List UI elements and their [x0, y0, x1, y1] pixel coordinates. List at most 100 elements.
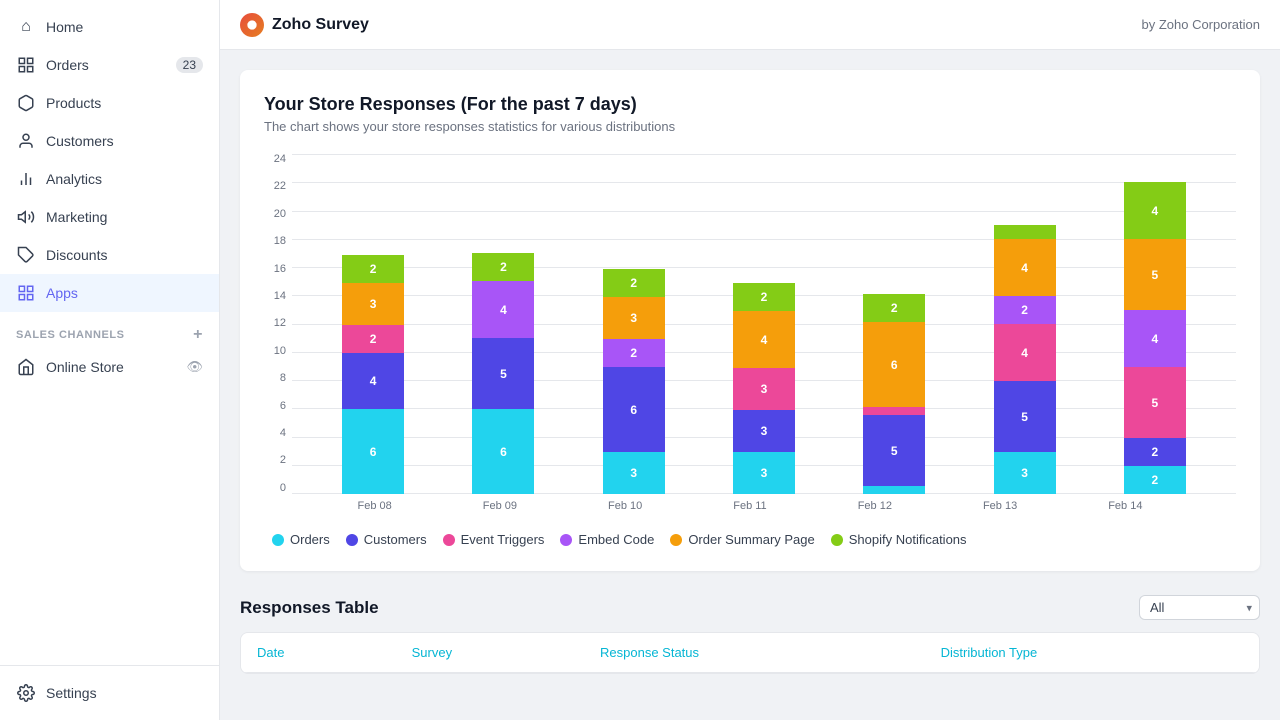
y-label-24: 24 [274, 154, 286, 165]
legend-dot-embed-code [560, 534, 572, 546]
bar-segment-embed: 4 [1124, 310, 1186, 367]
bar-segment-customers: 5 [472, 338, 534, 409]
bar-segment-orders: 3 [603, 452, 665, 494]
bar-segment-order-summary: 3 [603, 297, 665, 339]
bar-stack[interactable]: 6 4 2 3 2 [342, 255, 404, 494]
sidebar-item-label: Settings [46, 685, 97, 701]
bar-stack[interactable]: 2 2 5 4 5 4 [1124, 182, 1186, 494]
bar-group-feb12: 5 6 2 [863, 294, 925, 494]
bar-segment-shopify: 2 [733, 283, 795, 311]
sidebar: Home Orders 23 Products Customers Anal [0, 0, 220, 720]
legend-shopify: Shopify Notifications [831, 532, 967, 547]
sidebar-item-home[interactable]: Home [0, 8, 219, 46]
sidebar-item-label: Apps [46, 285, 78, 301]
bar-group-feb11: 3 3 3 4 2 [733, 283, 795, 494]
bar-group-feb13: 3 5 4 2 4 [994, 225, 1056, 494]
legend-label-event-triggers: Event Triggers [461, 532, 545, 547]
bar-stack[interactable]: 3 5 4 2 4 [994, 225, 1056, 494]
brand: Zoho Survey [240, 13, 369, 37]
col-distribution-type: Distribution Type [925, 633, 1259, 673]
bar-segment-customers: 4 [342, 353, 404, 409]
bar-segment-event [863, 407, 925, 415]
sidebar-item-label: Home [46, 19, 83, 35]
bar-segment-orders: 3 [994, 452, 1056, 494]
col-date: Date [241, 633, 396, 673]
legend-embed-code: Embed Code [560, 532, 654, 547]
sidebar-item-apps[interactable]: Apps [0, 274, 219, 312]
bar-stack[interactable]: 3 3 3 4 2 [733, 283, 795, 494]
legend-dot-shopify [831, 534, 843, 546]
sidebar-item-settings[interactable]: Settings [0, 674, 219, 712]
y-label-0: 0 [280, 483, 286, 494]
bar-group-feb08: 6 4 2 3 2 [342, 255, 404, 494]
filter-select[interactable]: All Orders Customers Event Triggers Embe… [1139, 595, 1260, 620]
y-label-20: 20 [274, 209, 286, 220]
bar-segment-embed: 2 [994, 296, 1056, 324]
bar-segment-customers: 6 [603, 367, 665, 452]
sidebar-item-products[interactable]: Products [0, 84, 219, 122]
sidebar-item-label: Discounts [46, 247, 107, 263]
y-label-16: 16 [274, 264, 286, 275]
bar-segment-order-summary: 4 [733, 311, 795, 368]
bar-segment-customers: 5 [863, 415, 925, 486]
bar-group-feb10: 3 6 2 3 2 [603, 269, 665, 494]
legend-orders: Orders [272, 532, 330, 547]
x-label-feb10: Feb 10 [608, 500, 642, 512]
x-label-feb08: Feb 08 [358, 500, 392, 512]
bar-segment-shopify: 2 [472, 253, 534, 281]
x-label-feb11: Feb 11 [733, 500, 766, 512]
bar-segment-customers: 2 [1124, 438, 1186, 466]
sidebar-item-marketing[interactable]: Marketing [0, 198, 219, 236]
chart-card: Your Store Responses (For the past 7 day… [240, 70, 1260, 571]
legend-label-customers: Customers [364, 532, 427, 547]
bar-segment-orders: 2 [1124, 466, 1186, 494]
chart-subtitle: The chart shows your store responses sta… [264, 119, 1236, 134]
legend-customers: Customers [346, 532, 427, 547]
col-response-status: Response Status [584, 633, 925, 673]
y-label-10: 10 [274, 346, 286, 357]
bar-segment-event: 2 [342, 325, 404, 353]
brand-name: Zoho Survey [272, 16, 369, 34]
sidebar-item-online-store[interactable]: Online Store 👁 [0, 348, 219, 386]
legend-dot-orders [272, 534, 284, 546]
discounts-icon [16, 245, 36, 265]
bar-stack[interactable]: 5 6 2 [863, 294, 925, 494]
bar-segment-orders: 6 [472, 409, 534, 494]
add-sales-channel-icon[interactable]: + [193, 326, 203, 344]
bar-segment-shopify: 2 [863, 294, 925, 322]
filter-wrapper[interactable]: All Orders Customers Event Triggers Embe… [1139, 595, 1260, 620]
y-label-18: 18 [274, 236, 286, 247]
bar-segment-event: 3 [733, 368, 795, 410]
bar-segment-event: 4 [994, 324, 1056, 381]
bar-segment-embed: 2 [603, 339, 665, 367]
sidebar-item-orders[interactable]: Orders 23 [0, 46, 219, 84]
visibility-icon[interactable]: 👁 [186, 359, 203, 375]
sidebar-item-customers[interactable]: Customers [0, 122, 219, 160]
y-label-4: 4 [280, 428, 286, 439]
bar-stack[interactable]: 3 6 2 3 2 [603, 269, 665, 494]
sidebar-item-label: Products [46, 95, 101, 111]
orders-badge: 23 [176, 57, 203, 73]
bar-segment-orders [863, 486, 925, 494]
legend-label-embed-code: Embed Code [578, 532, 654, 547]
bar-stack[interactable]: 6 5 4 2 [472, 253, 534, 494]
bar-segment-event: 5 [1124, 367, 1186, 438]
sidebar-item-label: Customers [46, 133, 114, 149]
y-label-8: 8 [280, 373, 286, 384]
legend-dot-customers [346, 534, 358, 546]
legend-event-triggers: Event Triggers [443, 532, 545, 547]
sales-channels-label: SALES CHANNELS [16, 329, 125, 341]
bar-group-feb14: 2 2 5 4 5 4 [1124, 182, 1186, 494]
chart-legend: Orders Customers Event Triggers Embed Co… [264, 532, 1236, 547]
x-label-feb12: Feb 12 [858, 500, 892, 512]
bar-group-feb09: 6 5 4 2 [472, 253, 534, 494]
y-label-6: 6 [280, 401, 286, 412]
zoho-logo [240, 13, 264, 37]
analytics-icon [16, 169, 36, 189]
sidebar-item-analytics[interactable]: Analytics [0, 160, 219, 198]
settings-icon [16, 683, 36, 703]
main: Zoho Survey by Zoho Corporation Your Sto… [220, 0, 1280, 720]
sidebar-item-discounts[interactable]: Discounts [0, 236, 219, 274]
sidebar-nav: Home Orders 23 Products Customers Anal [0, 0, 219, 665]
y-label-22: 22 [274, 181, 286, 192]
